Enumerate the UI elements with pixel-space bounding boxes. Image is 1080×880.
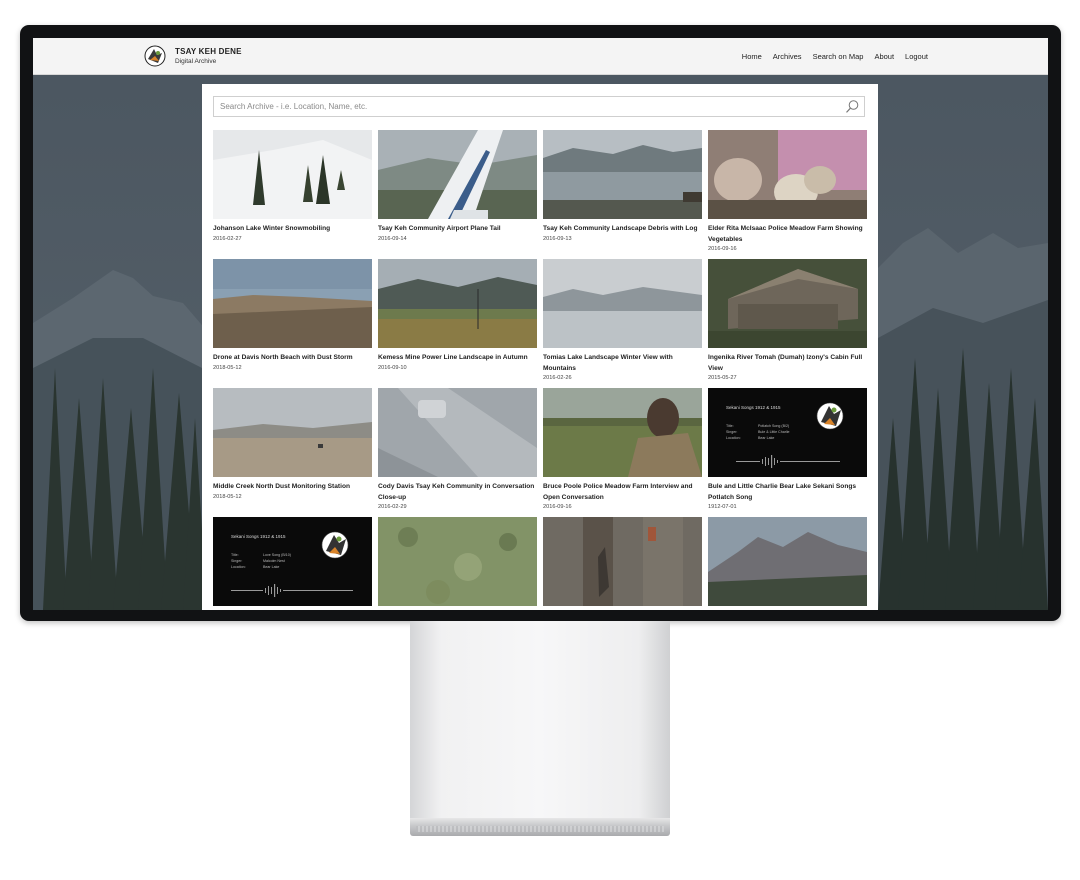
thumbnail-ground-moss	[378, 517, 537, 606]
thumbnail-vegetables	[708, 130, 867, 219]
archive-card[interactable]	[543, 517, 702, 610]
card-title: Drone at Davis North Beach with Dust Sto…	[213, 354, 353, 361]
song-field-label: Title:	[726, 424, 734, 428]
thumbnail-mountain	[708, 517, 867, 606]
card-date: 2016-09-16	[708, 246, 737, 252]
song-field-label: Singer:	[726, 430, 737, 434]
stand-foot-vent	[416, 826, 664, 832]
thumbnail-plane-tail	[378, 130, 537, 219]
song-heading: Sekani Songs 1912 & 1915	[726, 405, 781, 410]
thumbnail-audio-card: Sekani Songs 1912 & 1915 Title: Love Son…	[213, 517, 372, 606]
song-field-label: Singer:	[231, 559, 242, 563]
card-title: Tsay Keh Community Landscape Debris with…	[543, 225, 698, 232]
card-title: Kemess Mine Power Line Landscape in Autu…	[378, 354, 528, 361]
song-field-value: Love Song (B/10)	[263, 553, 291, 557]
site-title: TSAY KEH DENE	[175, 47, 242, 56]
song-field-label: Location:	[231, 565, 246, 569]
card-date: 2016-02-29	[378, 504, 407, 510]
nav-about[interactable]: About	[874, 52, 894, 61]
thumbnail-interview-farm	[543, 388, 702, 477]
card-date: 2016-02-26	[543, 375, 572, 381]
archive-card[interactable]: Elder Rita McIsaac Police Meadow Farm Sh…	[708, 130, 867, 259]
archive-card[interactable]: Bruce Poole Police Meadow Farm Interview…	[543, 388, 702, 517]
archive-card[interactable]: Sekani Songs 1912 & 1915 Title: Potlatch…	[708, 388, 867, 517]
archive-card[interactable]: Sekani Songs 1912 & 1915 Title: Love Son…	[213, 517, 372, 610]
site-header: TSAY KEH DENE Digital Archive Home Archi…	[33, 38, 1048, 75]
song-field-value: Potlatch Song (B/2)	[758, 424, 789, 428]
thumbnail-dust-storm	[213, 259, 372, 348]
song-field-value: Bule & Little Charlie	[758, 430, 790, 434]
archive-card[interactable]: Tsay Keh Community Airport Plane Tail 20…	[378, 130, 537, 259]
main-nav: Home Archives Search on Map About Logout	[742, 52, 928, 61]
thumbnail-audio-card: Sekani Songs 1912 & 1915 Title: Potlatch…	[708, 388, 867, 477]
song-heading: Sekani Songs 1912 & 1915	[231, 534, 286, 539]
card-date: 2018-05-12	[213, 493, 242, 500]
archive-card[interactable]: Tsay Keh Community Landscape Debris with…	[543, 130, 702, 259]
thumbnail-power-line	[378, 259, 537, 348]
thumbnail-lake-landscape	[543, 130, 702, 219]
song-field-value: Malcolm Nest	[263, 559, 285, 563]
song-field-label: Location:	[726, 436, 741, 440]
search-icon[interactable]	[845, 99, 860, 114]
archive-card[interactable]: Kemess Mine Power Line Landscape in Autu…	[378, 259, 537, 388]
card-date: 2018-05-12	[213, 364, 242, 371]
card-title: Tomias Lake Landscape Winter View with M…	[543, 354, 673, 372]
card-title: Elder Rita McIsaac Police Meadow Farm Sh…	[708, 225, 863, 243]
card-date: 2016-09-13	[543, 235, 572, 242]
card-title: Bruce Poole Police Meadow Farm Interview…	[543, 483, 693, 501]
nav-search-on-map[interactable]: Search on Map	[813, 52, 864, 61]
card-title: Middle Creek North Dust Monitoring Stati…	[213, 483, 351, 490]
archive-grid: Johanson Lake Winter Snowmobiling 2016-0…	[213, 130, 867, 610]
card-date: 2015-05-27	[708, 375, 737, 381]
song-field-label: Title:	[231, 553, 239, 557]
thumbnail-snow-trees	[213, 130, 372, 219]
song-field-value: Bear Lake	[263, 565, 279, 569]
card-title: Ingenika River Tomah (Dumah) Izony's Cab…	[708, 354, 863, 372]
archive-card[interactable]: Ingenika River Tomah (Dumah) Izony's Cab…	[708, 259, 867, 388]
card-date: 2016-09-16	[543, 504, 572, 510]
card-date: 2016-09-14	[378, 235, 407, 242]
archive-card[interactable]: Drone at Davis North Beach with Dust Sto…	[213, 259, 372, 388]
song-field-value: Bear Lake	[758, 436, 774, 440]
thumbnail-winter-lake	[543, 259, 702, 348]
search-bar	[213, 96, 865, 117]
card-title: Bule and Little Charlie Bear Lake Sekani…	[708, 483, 857, 501]
archive-card[interactable]	[378, 517, 537, 610]
search-input[interactable]	[214, 97, 846, 116]
nav-archives[interactable]: Archives	[773, 52, 802, 61]
screen: TSAY KEH DENE Digital Archive Home Archi…	[33, 38, 1048, 610]
card-date: 1912-07-01	[708, 504, 737, 510]
archive-card[interactable]: Johanson Lake Winter Snowmobiling 2016-0…	[213, 130, 372, 259]
archive-card[interactable]: Cody Davis Tsay Keh Community in Convers…	[378, 388, 537, 517]
archive-card[interactable]: Middle Creek North Dust Monitoring Stati…	[213, 388, 372, 517]
card-date: 2016-02-27	[213, 235, 242, 242]
archive-card[interactable]: Tomias Lake Landscape Winter View with M…	[543, 259, 702, 388]
nav-home[interactable]: Home	[742, 52, 762, 61]
archive-panel: Johanson Lake Winter Snowmobiling 2016-0…	[202, 84, 878, 610]
card-title: Cody Davis Tsay Keh Community in Convers…	[378, 483, 535, 501]
thumbnail-log-cabin	[708, 259, 867, 348]
thumbnail-flat-valley	[213, 388, 372, 477]
tsay-keh-dene-logo[interactable]	[144, 45, 166, 67]
thumbnail-conversation-closeup	[378, 388, 537, 477]
site-subtitle: Digital Archive	[175, 58, 217, 65]
archive-card[interactable]	[708, 517, 867, 610]
monitor-stand	[410, 621, 670, 821]
card-title: Johanson Lake Winter Snowmobiling	[213, 225, 331, 232]
card-title: Tsay Keh Community Airport Plane Tail	[378, 225, 501, 232]
thumbnail-tree-bark	[543, 517, 702, 606]
card-date: 2016-09-10	[378, 364, 407, 371]
nav-logout[interactable]: Logout	[905, 52, 928, 61]
